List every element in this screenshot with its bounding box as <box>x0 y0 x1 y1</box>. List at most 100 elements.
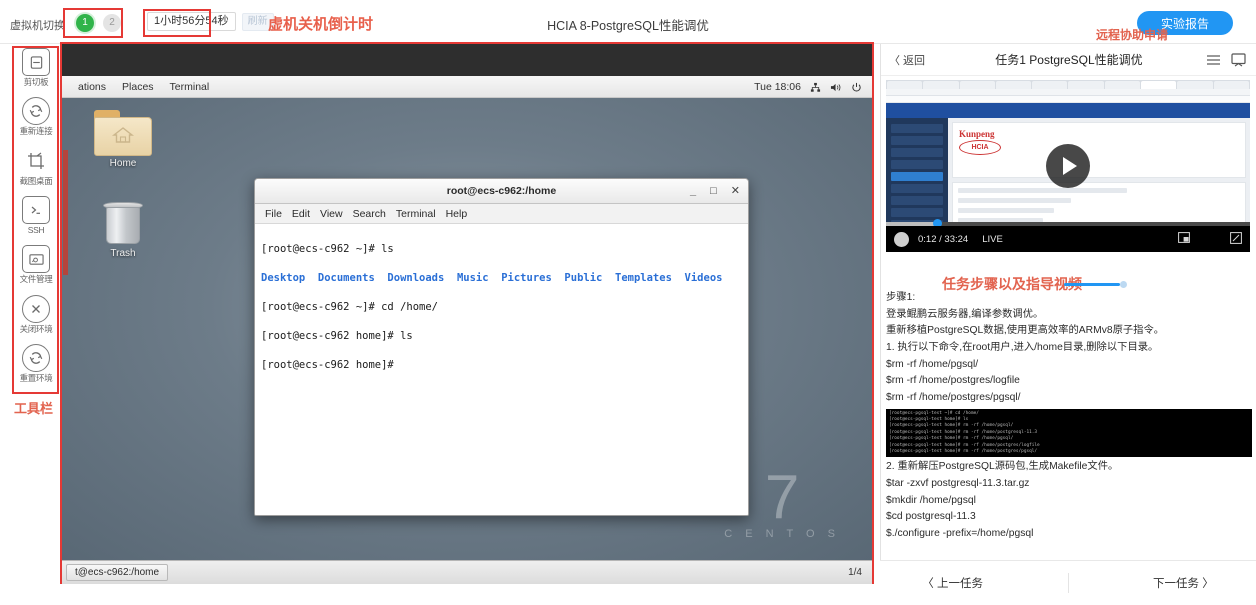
step-command: $./configure -prefix=/home/pgsql <box>886 528 1034 540</box>
vm-edge-marker <box>63 150 68 275</box>
toolbar-item-close-env[interactable]: 关闭环境 <box>14 294 58 334</box>
terminal-menu-view[interactable]: View <box>320 208 343 220</box>
video-play-small-icon[interactable] <box>894 231 909 247</box>
terminal-line: [root@ecs-c962 ~]# ls <box>261 242 742 256</box>
centos-brand: C E N T O S <box>724 528 840 540</box>
toolbar-item-clipboard[interactable]: 剪切板 <box>14 48 58 87</box>
terminal-prompt: [root@ecs-c962 home]# <box>261 330 401 343</box>
maximize-icon[interactable]: □ <box>710 186 717 197</box>
desktop-icon-home[interactable]: Home <box>86 110 160 169</box>
refresh-icon <box>22 97 50 126</box>
remote-assist-icon[interactable] <box>1231 52 1246 67</box>
thumb-kunpeng-card: Kunpeng HCIA <box>952 122 1246 178</box>
file-manager-icon <box>22 245 50 274</box>
step-command: $cd postgresql-11.3 <box>886 511 976 523</box>
terminal-menu-search[interactable]: Search <box>353 208 386 220</box>
desktop-label-trash: Trash <box>110 248 136 259</box>
vm-taskbar: t@ecs-c962:/home 1/4 <box>62 560 872 584</box>
step-text: 登录鲲鹏云服务器,编译参数调优。 <box>886 308 1044 320</box>
toolbar-item-file-manager[interactable]: 文件管理 <box>14 245 58 284</box>
toolbar-item-screenshot[interactable]: 截图桌面 <box>14 146 58 186</box>
thumb-hcia-badge: HCIA <box>959 140 1001 155</box>
toolbar-label-reset-env: 重置环境 <box>19 373 53 384</box>
toolbar-label-clipboard: 剪切板 <box>23 77 49 87</box>
terminal-dir-listing: Desktop Documents Downloads Music Pictur… <box>261 272 723 285</box>
video-right-controls <box>1178 231 1242 247</box>
terminal-command: ls <box>400 330 413 343</box>
annotation-steps-underline <box>1064 283 1120 286</box>
terminal-command: ls <box>381 243 394 256</box>
terminal-menu-file[interactable]: File <box>265 208 282 220</box>
step-heading: 步骤1: <box>886 292 916 303</box>
power-icon[interactable] <box>851 82 862 93</box>
toolbar-label-close-env: 关闭环境 <box>19 323 53 334</box>
step-text: 重新移植PostgreSQL数据,使用更高效率的ARMv8原子指令。 <box>886 325 1165 337</box>
close-circle-icon <box>22 294 50 323</box>
thumb-bookmarks-bar <box>886 96 1250 103</box>
play-icon <box>1063 157 1077 175</box>
left-toolbar: 剪切板 重新连接 截图桌面 SSH 文件管理 关闭环境 重置环境 <box>14 48 58 393</box>
thumb-site-navbar <box>886 103 1250 118</box>
terminal-menu-edit[interactable]: Edit <box>292 208 310 220</box>
workspace-indicator[interactable]: 1/4 <box>848 567 862 578</box>
hamburger-menu-icon[interactable] <box>1206 54 1221 66</box>
annotation-steps-dot <box>1120 281 1127 288</box>
picture-in-picture-icon[interactable] <box>1178 232 1190 246</box>
annotation-countdown: 虚机关机倒计时 <box>268 16 374 33</box>
vm-titlebar <box>62 44 872 76</box>
toolbar-label-file-manager: 文件管理 <box>19 274 53 285</box>
terminal-icon <box>22 196 50 225</box>
close-icon[interactable]: ✕ <box>731 186 740 197</box>
vm-console-area[interactable]: ations Places Terminal Tue 18:06 7 C E N… <box>62 44 872 584</box>
step-text: 2. 重新解压PostgreSQL源码包,生成Makefile文件。 <box>886 461 1119 473</box>
desktop-label-home: Home <box>109 158 137 169</box>
step-command: $rm -rf /home/postgres/pgsql/ <box>886 392 1021 404</box>
thumb-url-bar <box>886 89 1250 96</box>
terminal-window[interactable]: root@ecs-c962:/home _ □ ✕ File Edit View… <box>254 178 749 516</box>
volume-icon[interactable] <box>830 82 842 93</box>
terminal-line: [root@ecs-c962 home]# ls <box>261 329 742 343</box>
task-panel-actions <box>1206 52 1246 67</box>
step-command: $mkdir /home/pgsql <box>886 494 976 506</box>
step-command: $rm -rf /home/postgres/logfile <box>886 375 1020 387</box>
terminal-title-text: root@ecs-c962:/home <box>446 185 557 197</box>
fullscreen-icon[interactable] <box>1230 231 1242 247</box>
trash-icon <box>102 202 144 246</box>
gnome-menu-applications[interactable]: ations <box>78 81 106 93</box>
taskbar-window-button[interactable]: t@ecs-c962:/home <box>66 564 169 581</box>
terminal-line: [root@ecs-c962 home]# <box>261 358 742 372</box>
terminal-titlebar: root@ecs-c962:/home _ □ ✕ <box>255 179 748 204</box>
task-navigation-footer: 〈 上一任务 下一任务 〉 <box>880 560 1256 605</box>
task-steps-content[interactable]: 步骤1: 登录鲲鹏云服务器,编译参数调优。 重新移植PostgreSQL数据,使… <box>886 290 1252 543</box>
video-live-badge: LIVE <box>982 233 1003 245</box>
terminal-menu-help[interactable]: Help <box>446 208 468 220</box>
video-time: 0:12 / 33:24 <box>918 233 969 245</box>
footer-divider <box>1067 573 1069 593</box>
gnome-menu-terminal[interactable]: Terminal <box>170 81 210 93</box>
toolbar-label-reconnect: 重新连接 <box>19 126 53 137</box>
toolbar-item-reconnect[interactable]: 重新连接 <box>14 97 58 136</box>
network-icon[interactable] <box>810 82 821 93</box>
terminal-line: Desktop Documents Downloads Music Pictur… <box>261 271 742 285</box>
step-terminal-screenshot: [root@ecs-pgsql-test ~]# cd /home/ [root… <box>886 408 1252 458</box>
terminal-menu-terminal[interactable]: Terminal <box>396 208 436 220</box>
terminal-output[interactable]: [root@ecs-c962 ~]# ls Desktop Documents … <box>255 224 748 515</box>
desktop-icon-trash[interactable]: Trash <box>86 202 160 259</box>
top-bar: 虚拟机切换 1 2 1小时56分54秒 刷新 HCIA 8-PostgreSQL… <box>0 0 1256 44</box>
toolbar-item-ssh[interactable]: SSH <box>14 196 58 235</box>
video-controls: 0:12 / 33:24 LIVE <box>886 226 1250 252</box>
next-task-button[interactable]: 下一任务 〉 <box>1153 575 1214 591</box>
gnome-menu-places[interactable]: Places <box>122 81 154 93</box>
minimize-icon[interactable]: _ <box>690 186 696 197</box>
thumb-brand-text: Kunpeng <box>959 129 995 139</box>
crop-icon <box>22 146 50 175</box>
previous-task-button[interactable]: 〈 上一任务 <box>922 575 983 591</box>
back-button[interactable]: 〈 返回 <box>889 52 925 68</box>
annotation-remote-help: 远程协助申请 <box>1096 28 1169 42</box>
lab-environment-page: 虚拟机切换 1 2 1小时56分54秒 刷新 HCIA 8-PostgreSQL… <box>0 0 1256 605</box>
task-panel-header: 〈 返回 任务1 PostgreSQL性能调优 <box>881 44 1256 76</box>
guide-video-player[interactable]: Kunpeng HCIA 0:12 / 33:24 LIVE <box>886 80 1250 252</box>
gnome-clock: Tue 18:06 <box>754 81 801 93</box>
video-play-button[interactable] <box>1046 144 1090 188</box>
toolbar-item-reset-env[interactable]: 重置环境 <box>14 344 58 383</box>
